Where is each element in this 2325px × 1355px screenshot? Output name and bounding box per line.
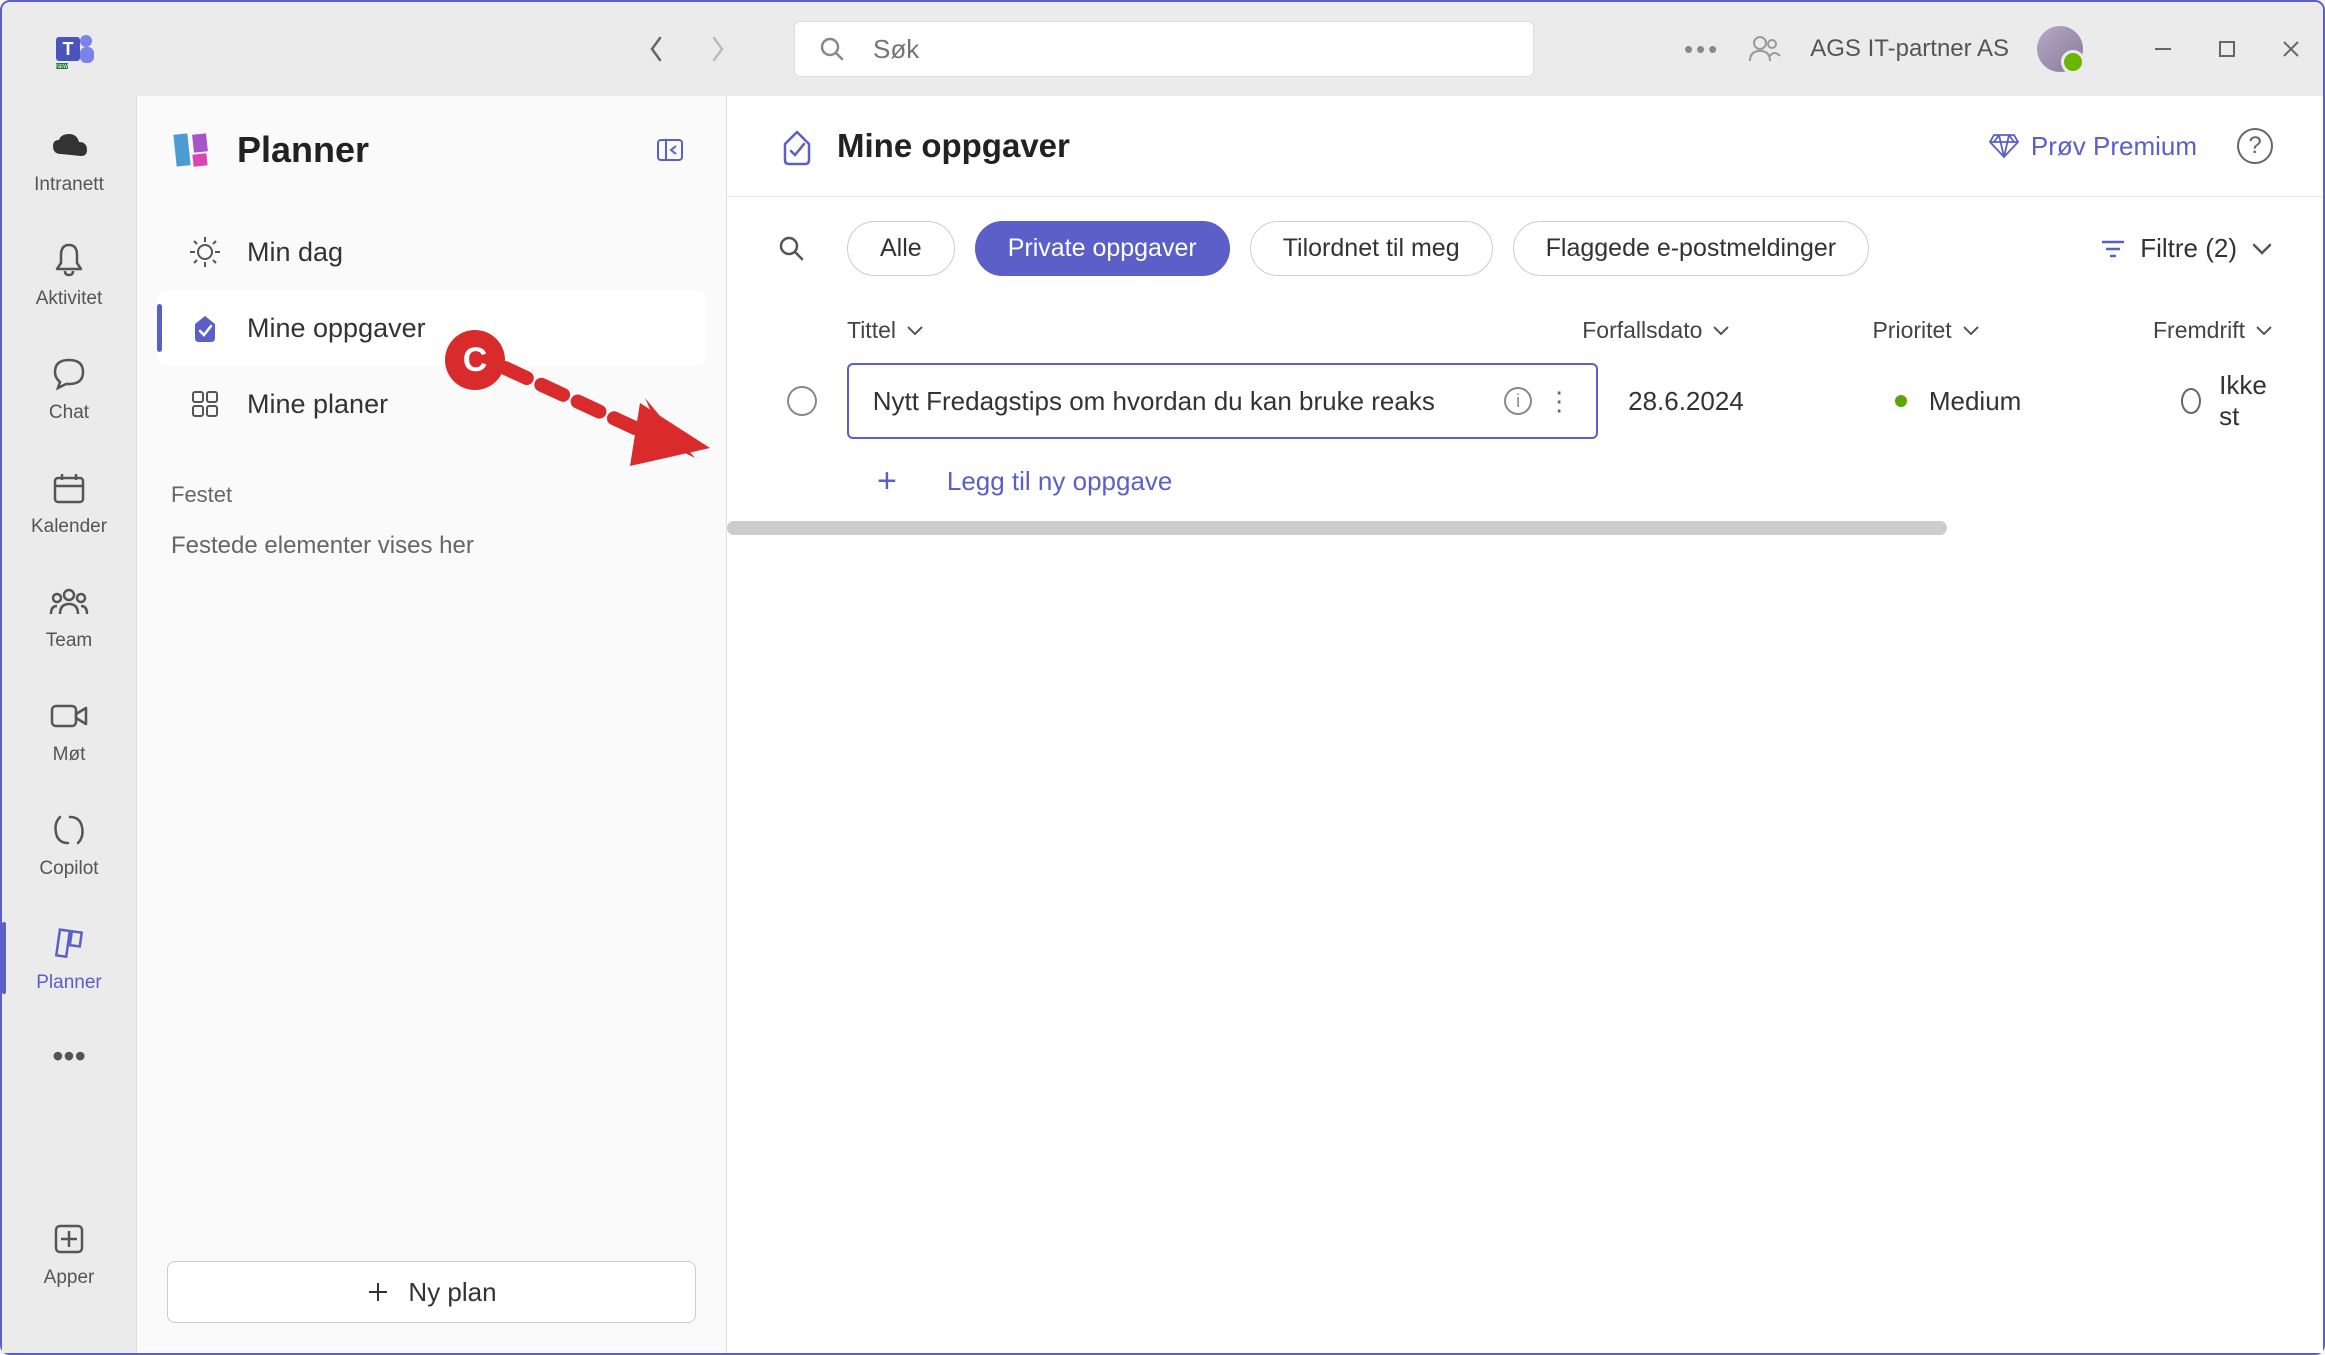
task-checkbox[interactable] [787,386,817,416]
task-due: 28.6.2024 [1598,386,1895,417]
pinned-empty-text: Festede elementer vises her [137,522,726,570]
rail-chat[interactable]: Chat [2,344,136,432]
horizontal-scrollbar[interactable] [727,521,1947,535]
copilot-icon [47,808,91,852]
nav-forward-button[interactable] [702,33,734,65]
planner-sidebar: Planner Min dag Mine oppgaver Mine plane… [137,96,727,1353]
col-priority[interactable]: Prioritet [1872,317,2153,344]
table-header: Tittel Forfallsdato Prioritet Fremdrift [727,301,2323,360]
new-plan-button[interactable]: Ny plan [167,1261,696,1323]
filter-icon [2100,238,2126,260]
team-icon [47,580,91,624]
rail-apper[interactable]: Apper [2,1209,136,1297]
pill-tilordnet[interactable]: Tilordnet til meg [1250,221,1493,276]
rail-aktivitet[interactable]: Aktivitet [2,230,136,318]
main-content: Mine oppgaver Prøv Premium ? Alle Privat… [727,96,2323,1353]
more-options-icon[interactable]: ••• [1684,34,1720,65]
collapse-sidebar-button[interactable] [654,134,686,166]
task-title-input[interactable]: Nytt Fredagstips om hvordan du kan bruke… [847,363,1598,439]
app-rail: Intranett Aktivitet Chat Kalender Team M… [2,96,137,1353]
plus-icon [366,1280,390,1304]
title-bar: T NEW ••• AGS IT-partner AS [2,2,2323,96]
task-more-button[interactable]: ⋮ [1546,386,1572,417]
nav-label: Mine planer [247,389,388,420]
progress-circle-icon [2181,388,2201,414]
nav-label: Min dag [247,237,343,268]
teams-logo-icon: T NEW [52,25,100,73]
apps-icon [47,1217,91,1261]
calendar-icon [47,466,91,510]
nav-min-dag[interactable]: Min dag [157,214,706,290]
avatar[interactable] [2037,26,2083,72]
chat-icon [47,352,91,396]
task-check-icon [187,310,223,346]
chevron-down-icon [1712,325,1730,337]
rail-planner[interactable]: Planner [2,914,136,1002]
col-due[interactable]: Forfallsdato [1582,317,1872,344]
info-icon[interactable]: i [1504,387,1532,415]
pinned-section-label: Festet [137,452,726,522]
people-icon[interactable] [1748,34,1782,64]
search-input[interactable] [873,34,1509,65]
add-task-button[interactable]: + Legg til ny oppgave [727,442,2323,521]
rail-copilot[interactable]: Copilot [2,800,136,888]
filter-button[interactable]: Filtre (2) [2100,233,2273,264]
pill-alle[interactable]: Alle [847,221,955,276]
nav-mine-oppgaver[interactable]: Mine oppgaver [157,290,706,366]
rail-intranett[interactable]: Intranett [2,116,136,204]
nav-mine-planer[interactable]: Mine planer [157,366,706,442]
svg-text:NEW: NEW [56,64,68,70]
col-progress[interactable]: Fremdrift [2153,317,2273,344]
bell-icon [47,238,91,282]
chevron-down-icon [906,325,924,337]
rail-mot[interactable]: Møt [2,686,136,774]
planner-icon [47,922,91,966]
cloud-icon [47,124,91,168]
plus-icon: + [877,462,897,501]
grid-icon [187,386,223,422]
pill-flaggede[interactable]: Flaggede e-postmeldinger [1513,221,1869,276]
planner-logo-icon [167,126,215,174]
task-priority: Medium [1895,386,2181,417]
task-house-icon [777,126,817,166]
rail-kalender[interactable]: Kalender [2,458,136,546]
nav-back-button[interactable] [640,33,672,65]
window-minimize-button[interactable] [2151,37,2175,61]
priority-dot-icon [1895,395,1907,407]
filter-search-button[interactable] [777,234,807,264]
search-box[interactable] [794,21,1534,77]
search-icon [819,36,845,62]
chevron-down-icon [1962,325,1980,337]
pill-private-oppgaver[interactable]: Private oppgaver [975,221,1230,276]
planner-title: Planner [237,129,654,171]
video-icon [47,694,91,738]
rail-more-button[interactable]: ••• [52,1038,86,1075]
org-name: AGS IT-partner AS [1810,35,2009,63]
premium-button[interactable]: Prøv Premium [1989,131,2197,162]
task-row[interactable]: Nytt Fredagstips om hvordan du kan bruke… [727,360,2323,442]
nav-arrows [640,33,734,65]
rail-team[interactable]: Team [2,572,136,660]
col-title[interactable]: Tittel [847,317,1582,344]
svg-text:T: T [63,39,74,59]
task-progress: Ikke st [2181,370,2273,432]
page-title: Mine oppgaver [837,127,1989,165]
sun-icon [187,234,223,270]
nav-label: Mine oppgaver [247,313,426,344]
diamond-icon [1989,133,2019,159]
help-button[interactable]: ? [2237,128,2273,164]
chevron-down-icon [2251,242,2273,256]
chevron-down-icon [2255,325,2273,337]
window-maximize-button[interactable] [2215,37,2239,61]
window-close-button[interactable] [2279,37,2303,61]
